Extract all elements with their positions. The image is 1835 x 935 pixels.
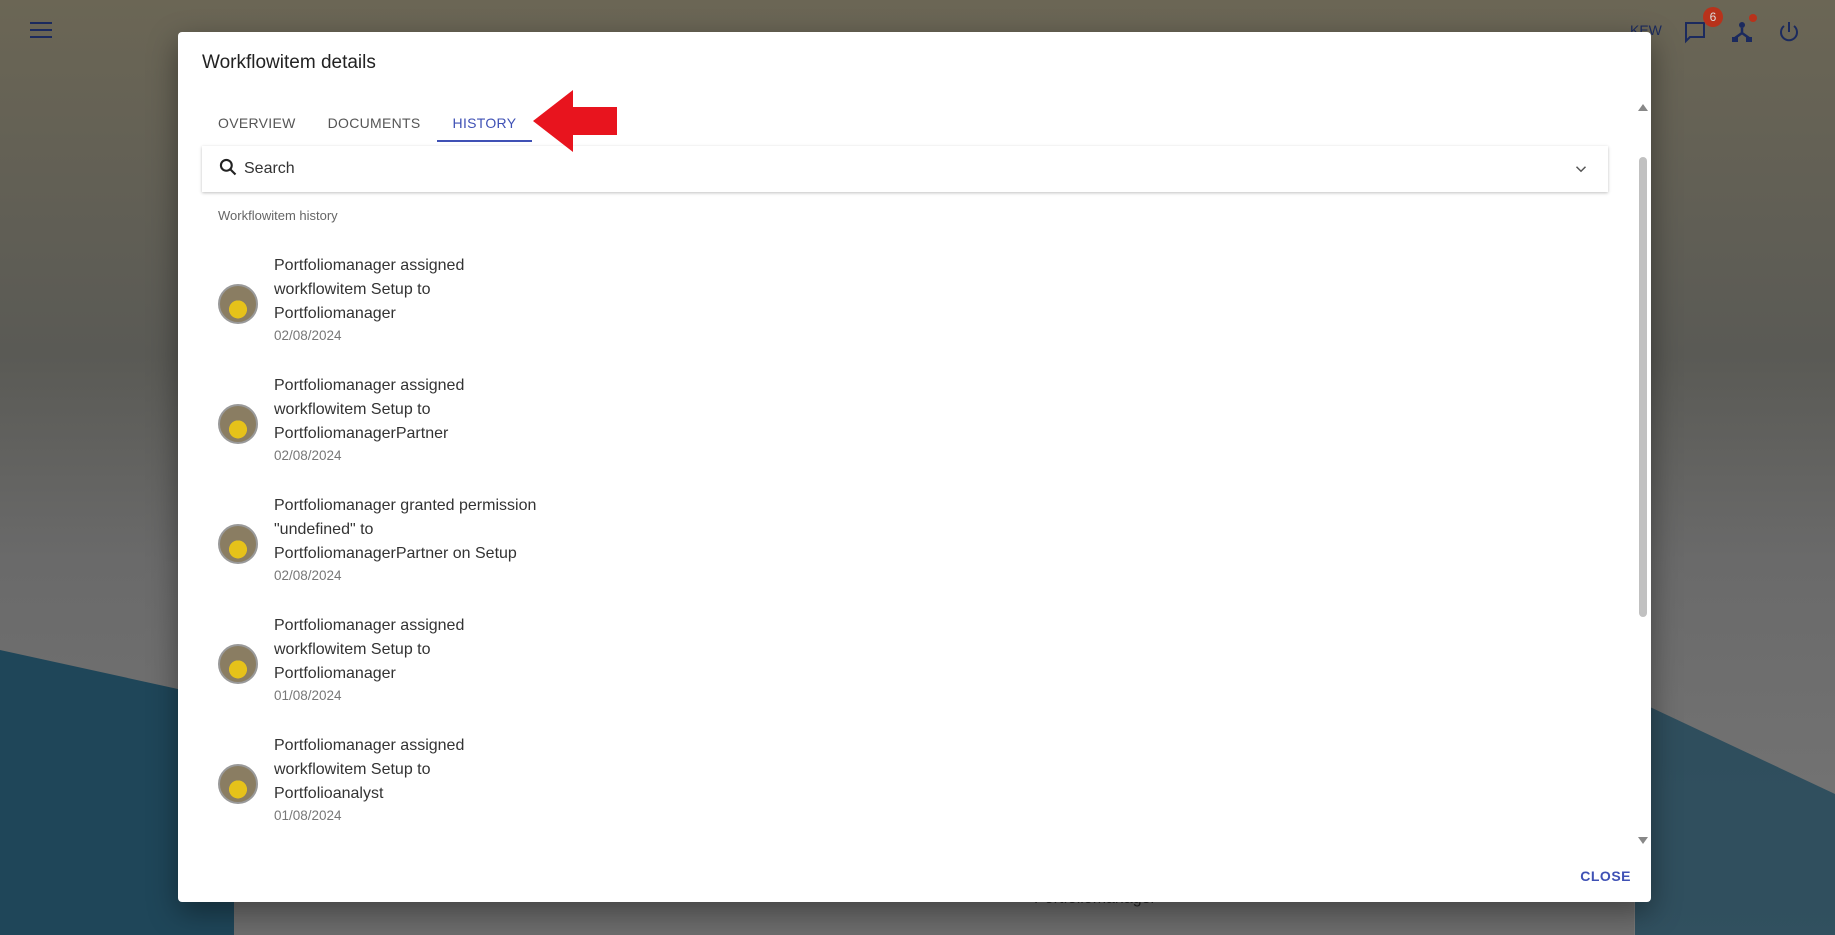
history-text: Portfoliomanager assigned workflowitem S… [274, 377, 465, 442]
history-list: Portfoliomanager assigned workflowitem S… [218, 254, 544, 854]
status-dot [1749, 14, 1757, 22]
avatar [218, 284, 258, 324]
search-icon [218, 157, 238, 182]
scroll-up-icon[interactable] [1638, 104, 1648, 111]
list-item: Portfoliomanager assigned workflowitem S… [218, 374, 544, 494]
search-input[interactable] [244, 160, 1608, 178]
menu-icon[interactable] [30, 22, 52, 38]
tab-bar: OVERVIEW DOCUMENTS HISTORY [202, 104, 533, 142]
power-icon[interactable] [1777, 20, 1801, 49]
history-date: 02/08/2024 [274, 448, 342, 463]
history-date: 01/08/2024 [274, 808, 342, 823]
network-icon[interactable] [1730, 20, 1754, 49]
list-item: Portfoliomanager assigned workflowitem S… [218, 734, 544, 854]
tab-documents[interactable]: DOCUMENTS [312, 104, 437, 142]
annotation-arrow-icon [533, 90, 617, 152]
dialog-title: Workflowitem details [202, 52, 376, 73]
list-item: Portfoliomanager assigned workflowitem S… [218, 614, 544, 734]
history-date: 02/08/2024 [274, 568, 342, 583]
tab-overview[interactable]: OVERVIEW [202, 104, 312, 142]
search-bar [202, 146, 1608, 192]
avatar [218, 404, 258, 444]
notification-badge: 6 [1703, 7, 1723, 27]
chat-icon[interactable] [1683, 20, 1707, 49]
chevron-down-icon[interactable] [1572, 160, 1590, 183]
history-text: Portfoliomanager granted permission "und… [274, 497, 537, 562]
close-button[interactable]: CLOSE [1580, 868, 1631, 884]
tab-history[interactable]: HISTORY [436, 104, 533, 142]
workflowitem-details-dialog: Workflowitem details OVERVIEW DOCUMENTS … [178, 32, 1651, 902]
history-section-label: Workflowitem history [218, 208, 338, 223]
history-date: 01/08/2024 [274, 688, 342, 703]
history-text: Portfoliomanager assigned workflowitem S… [274, 617, 465, 682]
history-date: 02/08/2024 [274, 328, 342, 343]
scroll-down-icon[interactable] [1638, 837, 1648, 844]
list-item: Portfoliomanager granted permission "und… [218, 494, 544, 614]
scrollbar-thumb[interactable] [1639, 157, 1647, 617]
avatar [218, 764, 258, 804]
avatar [218, 524, 258, 564]
history-text: Portfoliomanager assigned workflowitem S… [274, 737, 465, 802]
list-item: Portfoliomanager assigned workflowitem S… [218, 254, 544, 374]
scrollbar[interactable] [1637, 104, 1649, 844]
history-text: Portfoliomanager assigned workflowitem S… [274, 257, 465, 322]
avatar [218, 644, 258, 684]
